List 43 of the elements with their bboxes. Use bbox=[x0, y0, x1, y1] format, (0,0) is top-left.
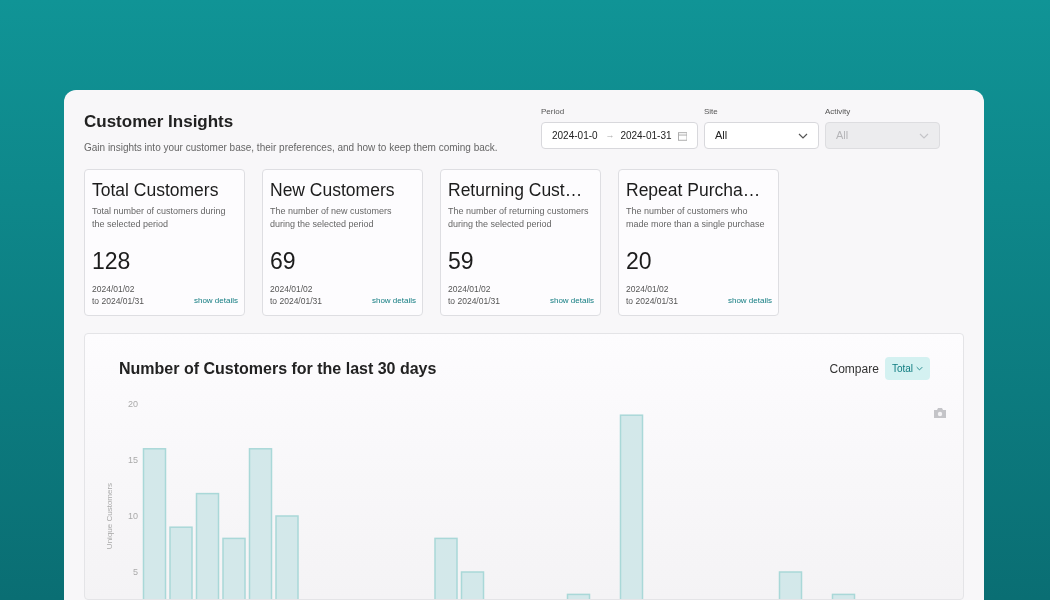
y-tick-label: 15 bbox=[128, 454, 138, 465]
y-tick-label: 5 bbox=[133, 566, 138, 577]
filter-label: Site bbox=[704, 106, 719, 118]
filter-label: Activity bbox=[825, 106, 852, 118]
date-from: 2024/01/02 bbox=[626, 282, 670, 295]
stat-value: 69 bbox=[270, 246, 297, 275]
date-to: to 2024/01/31 bbox=[626, 294, 678, 307]
stat-description: The number of customers who made more than a single purchase bbox=[626, 204, 766, 231]
stat-title: New Customers bbox=[270, 178, 396, 201]
stat-title: Total Customers bbox=[92, 178, 220, 201]
stat-title: Repeat Purcha… bbox=[626, 178, 762, 201]
y-axis-title: Unique Customers bbox=[105, 482, 114, 549]
show-details-link[interactable]: show details bbox=[549, 294, 594, 307]
chart-title: Number of Customers for the last 30 days bbox=[119, 358, 437, 379]
date-from: 2024/01/02 bbox=[92, 282, 136, 295]
date-to: to 2024/01/31 bbox=[448, 294, 500, 307]
stat-value: 59 bbox=[448, 246, 475, 275]
stat-description: Total number of customers during the selected period bbox=[92, 204, 227, 231]
show-details-link[interactable]: show details bbox=[193, 294, 238, 307]
show-details-link[interactable]: show details bbox=[371, 294, 416, 307]
select-value: All bbox=[715, 128, 728, 144]
y-tick-label: 10 bbox=[128, 510, 138, 521]
page-subtitle: Gain insights into your customer base, their preferences, and how to keep them coming back. bbox=[84, 140, 498, 155]
filter-label: Period bbox=[541, 106, 566, 118]
page-title: Customer Insights bbox=[84, 111, 235, 133]
stat-description: The number of returning customers during the selected period bbox=[448, 204, 590, 231]
stat-value: 20 bbox=[626, 246, 653, 275]
compare-label: Compare bbox=[829, 360, 879, 378]
stat-description: The number of new customers during the selected period bbox=[270, 204, 393, 231]
arrow-text: → bbox=[605, 128, 615, 142]
start-date: 2024-01-0 bbox=[552, 129, 599, 143]
stat-title: Returning Cust… bbox=[448, 178, 584, 201]
stat-value: 128 bbox=[92, 246, 132, 275]
compare-dropdown[interactable]: Total bbox=[884, 357, 930, 380]
date-to: to 2024/01/31 bbox=[92, 294, 144, 307]
date-to: to 2024/01/31 bbox=[270, 294, 322, 307]
date-from: 2024/01/02 bbox=[448, 282, 492, 295]
date-range-field[interactable]: 2024-01-0 → 2024-01-31 bbox=[541, 122, 698, 149]
select-field[interactable]: All bbox=[704, 122, 819, 149]
date-from: 2024/01/02 bbox=[270, 282, 314, 295]
end-date: 2024-01-31 bbox=[620, 129, 672, 143]
y-tick-label: 20 bbox=[128, 398, 138, 409]
show-details-link[interactable]: show details bbox=[727, 294, 772, 307]
